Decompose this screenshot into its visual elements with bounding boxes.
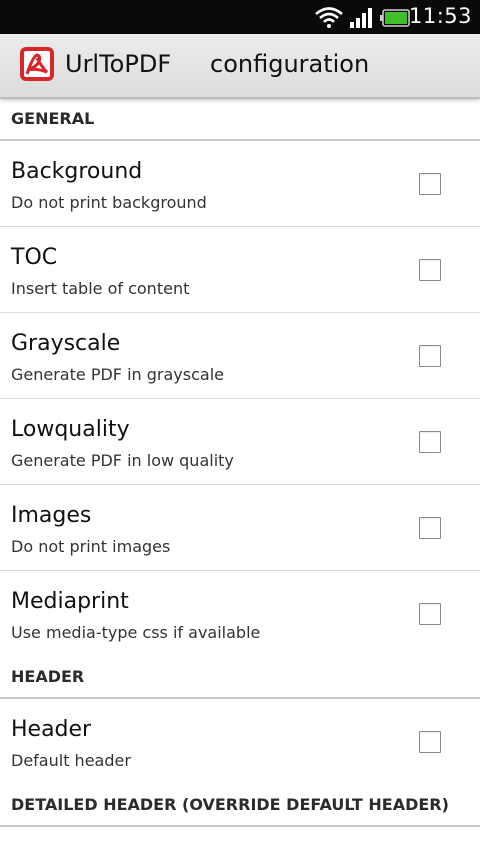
pref-title: Grayscale	[11, 331, 121, 356]
pref-title: Images	[11, 503, 92, 528]
pref-title: Lowquality	[11, 417, 130, 442]
pref-title: Background	[11, 159, 143, 184]
pref-title: TOC	[11, 245, 58, 270]
section-header-detailed-header: DETAILED HEADER (OVERRIDE DEFAULT HEADER…	[0, 785, 480, 827]
pref-summary: Do not print background	[11, 193, 207, 212]
pref-toc[interactable]: TOC Insert table of content	[0, 227, 480, 313]
pref-images[interactable]: Images Do not print images	[0, 485, 480, 571]
pref-summary: Default header	[11, 751, 131, 770]
pref-title: Mediaprint	[11, 589, 129, 614]
status-time: 11:53	[408, 4, 472, 28]
header-checkbox[interactable]	[419, 731, 441, 753]
images-checkbox[interactable]	[419, 517, 441, 539]
pref-background[interactable]: Background Do not print background	[0, 141, 480, 227]
app-title: UrlToPDF	[65, 50, 172, 78]
pref-summary: Do not print images	[11, 537, 171, 556]
pref-title: Header	[11, 717, 92, 742]
background-checkbox[interactable]	[419, 173, 441, 195]
activity-title: configuration	[210, 50, 370, 78]
pdf-logo-icon[interactable]	[19, 46, 55, 82]
pref-grayscale[interactable]: Grayscale Generate PDF in grayscale	[0, 313, 480, 399]
wifi-icon	[315, 7, 343, 28]
battery-icon	[380, 9, 410, 27]
action-bar: UrlToPDF configuration	[0, 34, 480, 99]
section-header-header: HEADER	[0, 657, 480, 699]
status-bar: 11:53	[0, 0, 480, 34]
section-header-general: GENERAL	[0, 99, 480, 141]
signal-icon	[350, 8, 372, 28]
pref-mediaprint[interactable]: Mediaprint Use media-type css if availab…	[0, 571, 480, 657]
pref-summary: Generate PDF in grayscale	[11, 365, 224, 384]
grayscale-checkbox[interactable]	[419, 345, 441, 367]
pref-summary: Generate PDF in low quality	[11, 451, 234, 470]
toc-checkbox[interactable]	[419, 259, 441, 281]
mediaprint-checkbox[interactable]	[419, 603, 441, 625]
preferences-list: GENERAL Background Do not print backgrou…	[0, 99, 480, 827]
lowquality-checkbox[interactable]	[419, 431, 441, 453]
pref-summary: Use media-type css if available	[11, 623, 261, 642]
pref-lowquality[interactable]: Lowquality Generate PDF in low quality	[0, 399, 480, 485]
pref-summary: Insert table of content	[11, 279, 190, 298]
pref-header[interactable]: Header Default header	[0, 699, 480, 785]
